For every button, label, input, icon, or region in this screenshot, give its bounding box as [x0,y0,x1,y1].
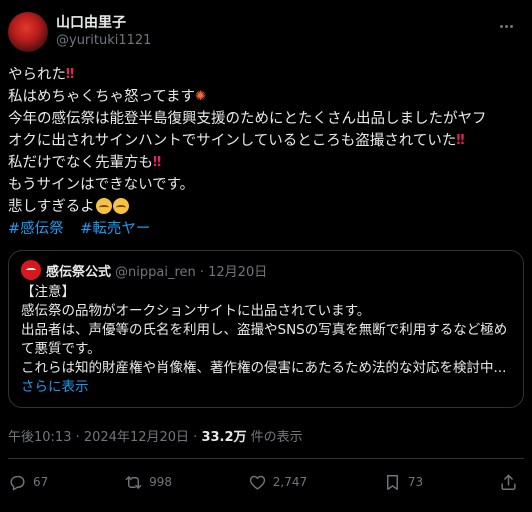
repost-button[interactable]: 998 [124,473,172,492]
quote-tweet-card[interactable]: 感伝祭公式 @nippai_ren · 12月20日 【注意】 感伝祭の品物がオ… [8,250,524,408]
hashtag-link[interactable]: #転売ヤー [80,221,150,237]
quote-display-name: 感伝祭公式 [46,264,112,280]
quote-handle-date: @nippai_ren · 12月20日 [115,264,268,280]
text-line: 私はめちゃくちゃ怒ってます✺ [8,86,524,108]
author-names: 山口由里子 @yurituki1121 [56,14,151,50]
tweet-meta: 午後10:13 · 2024年12月20日 · 33.2万 件の表示 [8,426,303,445]
avatar[interactable] [8,12,48,52]
tweet-header: 山口由里子 @yurituki1121 [8,10,524,54]
quote-text: 【注意】 感伝祭の品物がオークションサイトに出品されています。 出品者は、声優等… [21,283,511,397]
heart-icon [249,475,265,490]
tweet-text: やられた‼ 私はめちゃくちゃ怒ってます✺ 今年の感伝祭は能登半島復興支援のために… [8,64,524,240]
show-more-link[interactable]: さらに表示 [21,378,511,397]
repost-icon [125,475,142,489]
text-line: 悲しすぎるよ [8,196,524,218]
share-button[interactable] [499,473,524,492]
loudly-crying-face-icon [95,198,112,214]
timestamp[interactable]: 午後10:13 · 2024年12月20日 · [8,430,201,445]
text-line: もうサインはできないです。 [8,177,195,193]
tweet: 山口由里子 @yurituki1121 やられた‼ 私はめちゃくちゃ怒ってます✺… [0,0,532,512]
bookmark-count: 73 [407,475,424,489]
double-exclamation-icon: ‼ [153,155,162,170]
hashtag-link[interactable]: #感伝祭 [8,221,64,237]
text-line: オクに出されサインハントでサインしているところも盗撮されていた‼ [8,130,524,152]
double-exclamation-icon: ‼ [456,133,465,148]
text-line: やられた‼ [8,64,524,86]
loudly-crying-face-icon [112,198,129,214]
quote-line: 出品者は、声優等の氏名を利用し、盗撮やSNSの写真を無断で利用するなど極め [21,322,508,338]
action-bar: 67 998 2,747 73 [8,470,524,494]
double-exclamation-icon: ‼ [66,67,75,82]
quote-line: て悪質です。 [21,341,101,357]
quote-avatar [21,260,41,280]
quote-line: 【注意】 [21,284,75,300]
bookmark-button[interactable]: 73 [383,473,423,492]
handle[interactable]: @yurituki1121 [56,32,151,50]
more-icon[interactable] [494,16,518,36]
quote-line: 感伝祭の品物がオークションサイトに出品されています。 [21,303,371,319]
views-label: 件の表示 [246,430,303,445]
bookmark-icon [386,474,398,490]
like-button[interactable]: 2,747 [248,473,307,492]
text-line: 今年の感伝祭は能登半島復興支援のためにとたくさん出品しましたがヤフ [8,111,487,127]
repost-count: 998 [149,475,172,489]
display-name[interactable]: 山口由里子 [56,14,151,32]
share-icon [501,474,516,490]
reply-count: 67 [33,475,49,489]
text-line: 私だけでなく先輩方も‼ [8,152,524,174]
quote-header: 感伝祭公式 @nippai_ren · 12月20日 [21,260,511,280]
hashtags: #感伝祭 #転売ヤー [8,218,524,240]
divider [8,458,524,459]
reply-icon [10,475,25,490]
quote-line: これらは知的財産権や肖像権、著作権の侵害にあたるため法的な対応を検討中... [21,360,507,376]
anger-symbol-icon: ✺ [195,89,206,104]
like-count: 2,747 [272,475,308,489]
reply-button[interactable]: 67 [8,473,48,492]
views-count: 33.2万 [201,430,247,445]
